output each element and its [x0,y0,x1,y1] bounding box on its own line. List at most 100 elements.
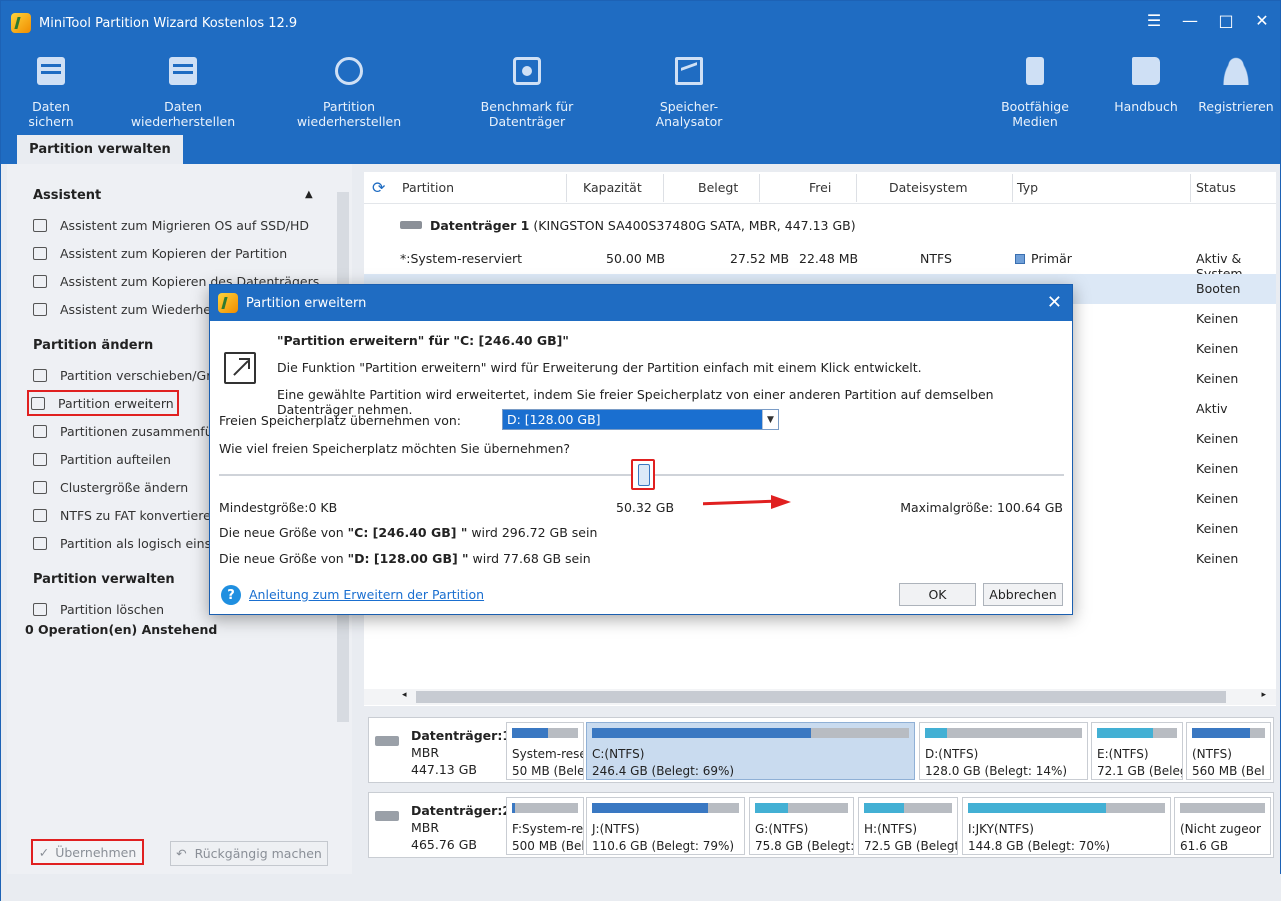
section-title-manage: Partition verwalten [33,572,175,587]
scroll-right-icon[interactable]: ▸ [1261,690,1266,700]
help-link[interactable]: Anleitung zum Erweitern der Partition [249,587,484,602]
min-size-label: Mindestgröße:0 KB [219,500,338,515]
toolbar-label: Daten wiederherstellen [130,99,236,129]
copy-disk-icon [33,274,47,288]
undo-button[interactable]: ↶ Rückgängig machen [170,841,328,866]
source-partition-select[interactable]: D: [128.00 GB] ▼ [502,409,779,430]
col-partition[interactable]: Partition [402,180,454,195]
split-icon [33,452,47,466]
partition-info: 560 MB (Bel [1192,764,1265,778]
partition-info: 50 MB (Bele [512,764,584,778]
partition-block[interactable]: J:(NTFS) 110.6 GB (Belegt: 79%) [586,797,745,855]
tab-partition-manage[interactable]: Partition verwalten [17,135,183,164]
hdd-icon [375,736,399,746]
toolbar-label: Partition wiederherstellen [296,99,402,129]
sidebar-item-extend-partition[interactable]: Partition erweitern [27,390,179,416]
partition-block[interactable]: D:(NTFS) 128.0 GB (Belegt: 14%) [919,722,1088,780]
chevron-down-icon[interactable]: ▼ [762,410,778,429]
table-cell-status: Keinen [1196,341,1239,356]
toolbar-bootable-media[interactable]: Bootfähige Medien [979,57,1091,129]
col-capacity[interactable]: Kapazität [583,180,642,195]
primary-type-icon [1015,254,1025,264]
toolbar-label: Speicher-Analysator [655,99,723,129]
apply-button[interactable]: ✓ Übernehmen [31,839,144,865]
space-slider-handle[interactable] [631,459,655,490]
sidebar-item-migrate-os[interactable]: Assistent zum Migrieren OS auf SSD/HD [33,214,333,236]
table-row[interactable]: *:System-reserviert 50.00 MB 27.52 MB 22.48… [364,244,1276,281]
toolbar-space-analyzer[interactable]: Speicher-Analysator [631,57,747,129]
window-controls: ☰ — □ ✕ [1146,11,1270,30]
help-icon[interactable]: ? [221,585,241,605]
toolbar-data-recovery[interactable]: Daten wiederherstellen [116,57,250,129]
minimize-button[interactable]: — [1182,11,1198,30]
ok-button[interactable]: OK [899,583,976,606]
disk-map-row[interactable]: Datenträger:1 MBR 447.13 GB System-rese 5… [368,717,1274,783]
disk-scheme: MBR [411,745,440,760]
merge-icon [33,424,47,438]
col-divider [759,174,760,202]
close-button[interactable]: ✕ [1254,11,1270,30]
horizontal-scrollbar[interactable]: ◂ ▸ [364,689,1276,705]
toolbar-partition-recovery[interactable]: Partition wiederherstellen [275,57,423,129]
toolbar-data-backup[interactable]: Daten sichern [11,57,91,129]
apply-label: Übernehmen [55,844,137,860]
table-cell-status: Keinen [1196,551,1239,566]
partition-info: 144.8 GB (Belegt: 70%) [968,839,1111,853]
partition-block[interactable]: F:System-re 500 MB (Bel [506,797,584,855]
analyzer-icon [675,57,703,85]
partition-info: 72.1 GB (Beleg [1097,764,1183,778]
partition-info: 61.6 GB [1180,839,1229,853]
data-recovery-icon [169,57,197,85]
menu-icon[interactable]: ☰ [1146,11,1162,30]
partition-name: F:System-re [512,822,584,836]
refresh-icon[interactable]: ⟳ [372,178,385,197]
partition-block[interactable]: I:JKY(NTFS) 144.8 GB (Belegt: 70%) [962,797,1171,855]
scrollbar-thumb[interactable] [416,691,1226,703]
usage-bar [512,728,578,738]
disk-scheme: MBR [411,820,440,835]
usage-fill [864,803,904,813]
table-cell-status: Keinen [1196,431,1239,446]
toolbar-register[interactable]: Registrieren [1198,57,1274,114]
table-cell-status: Keinen [1196,311,1239,326]
usage-bar [592,728,909,738]
col-divider [663,174,664,202]
col-filesystem[interactable]: Dateisystem [889,180,968,195]
partition-block[interactable]: E:(NTFS) 72.1 GB (Beleg [1091,722,1183,780]
col-type[interactable]: Typ [1017,180,1038,195]
cancel-button[interactable]: Abbrechen [983,583,1063,606]
maximize-button[interactable]: □ [1218,11,1234,30]
table-cell-capacity: 50.00 MB [606,251,666,266]
disk-map-row[interactable]: Datenträger:2 MBR 465.76 GB F:System-re 5… [368,792,1274,858]
toolbar-disk-benchmark[interactable]: Benchmark für Datenträger [448,57,606,129]
col-free[interactable]: Frei [809,180,831,195]
sidebar-item-copy-partition[interactable]: Assistent zum Kopieren der Partition [33,242,333,264]
partition-block[interactable]: H:(NTFS) 72.5 GB (Belegt: [858,797,958,855]
partition-block[interactable]: C:(NTFS) 246.4 GB (Belegt: 69%) [586,722,915,780]
partition-block[interactable]: System-rese 50 MB (Bele [506,722,584,780]
status-bar [1,874,1281,901]
disk-map: Datenträger:1 MBR 447.13 GB System-rese 5… [364,715,1276,865]
sidebar-item-label: NTFS zu FAT konvertieren [60,507,219,523]
trash-icon [33,602,47,616]
col-used[interactable]: Belegt [698,180,738,195]
partition-block[interactable]: G:(NTFS) 75.8 GB (Belegt: 3 [749,797,854,855]
disk-row[interactable]: Datenträger 1 (KINGSTON SA400S37480G SAT… [364,214,856,236]
title-bar: MiniTool Partition Wizard Kostenlos 12.9 [11,9,297,37]
partition-block[interactable]: (NTFS) 560 MB (Bel [1186,722,1271,780]
collapse-caret-icon[interactable]: ▲ [305,189,313,200]
col-status[interactable]: Status [1196,180,1236,195]
toolbar-manual[interactable]: Handbuch [1114,57,1178,114]
close-icon[interactable]: ✕ [1047,292,1062,313]
usage-bar [755,803,848,813]
dialog-title-bar: Partition erweitern ✕ [210,285,1072,321]
benchmark-icon [513,57,541,85]
scroll-left-icon[interactable]: ◂ [402,690,407,700]
disk-info: Datenträger:2 MBR 465.76 GB [369,793,511,857]
partition-name: E:(NTFS) [1097,747,1149,761]
extend-partition-dialog: Partition erweitern ✕ "Partition erweite… [209,284,1073,615]
partition-block[interactable]: (Nicht zugeor 61.6 GB [1174,797,1271,855]
resize-icon [33,368,47,382]
usage-bar [592,803,739,813]
source-label: Freien Speicherplatz übernehmen von: [219,413,461,428]
